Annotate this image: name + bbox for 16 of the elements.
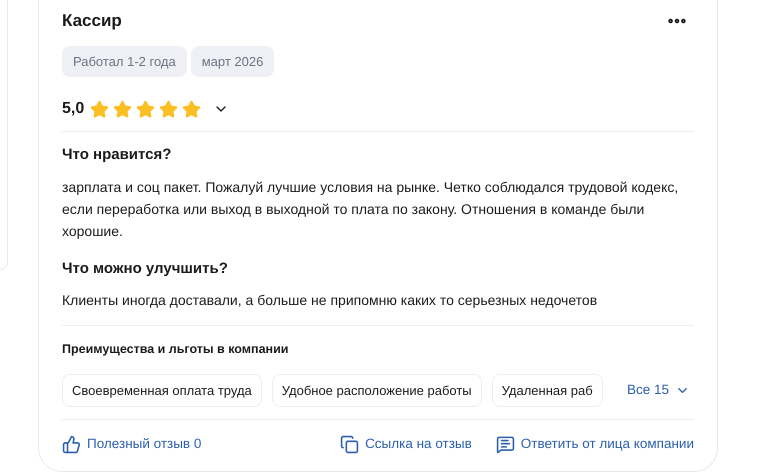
section-heading: Что можно улучшить?: [62, 258, 229, 278]
benefit-tag: Удаленная раб: [492, 374, 603, 408]
reply-action[interactable]: Ответить от лица компании: [496, 434, 694, 454]
info-tag: март 2026: [190, 46, 274, 77]
show-all-button[interactable]: Все 15: [626, 380, 690, 401]
benefit-tag: Своевременная оплата труда: [62, 374, 262, 408]
like-action[interactable]: Полезный отзыв 0: [62, 434, 202, 454]
section-heading: Что нравится?: [62, 145, 172, 165]
section-text: Клиенты иногда доставали, а больше не припомню каких то серьезных недочетов: [62, 291, 598, 310]
benefit-tag: Удобное расположение работы: [272, 374, 482, 408]
section-text: зарплата и соц пакет. Пожалуй лучшие условия на рынке. Четко соблюдался трудовой кодекс, если переработка или выход в выходной то плата по закону. Отношения в команде были хорошие.: [62, 178, 680, 241]
position-title: Кассир: [62, 10, 122, 32]
link-action[interactable]: Ссылка на отзыв: [340, 434, 472, 454]
benefits-heading: Преимущества и льготы в компании: [62, 341, 290, 358]
info-tag: Работал 1-2 года: [62, 46, 187, 77]
rating-value: 5,0: [62, 99, 84, 119]
